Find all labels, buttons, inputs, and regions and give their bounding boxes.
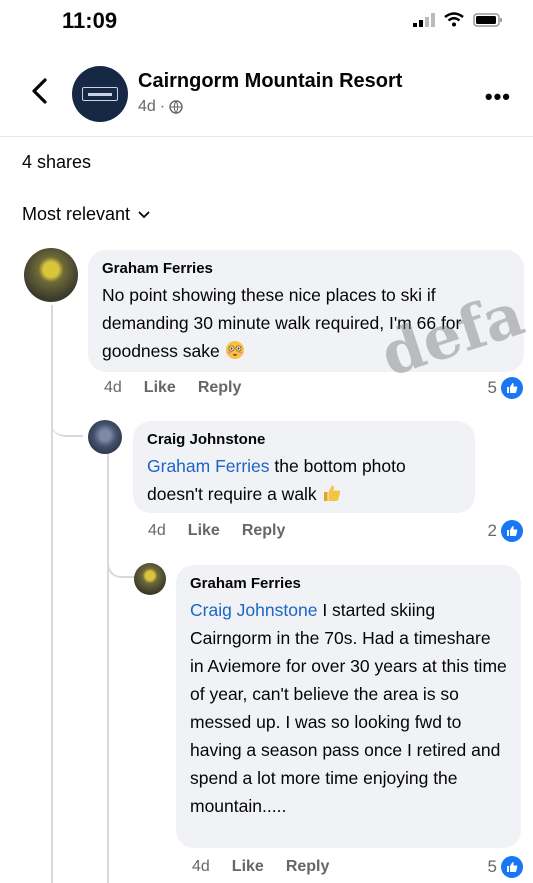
- thumbs-up-emoji-icon: [323, 485, 340, 501]
- comment-text: Graham Ferries the bottom photo doesn't …: [147, 452, 461, 508]
- commenter-avatar[interactable]: [88, 420, 122, 454]
- comment-actions: 4d Like Reply: [192, 858, 329, 876]
- meta-separator: ·: [159, 98, 166, 115]
- commenter-avatar[interactable]: [134, 563, 166, 595]
- comment-time: 4d: [192, 858, 210, 875]
- comment-author[interactable]: Graham Ferries: [102, 260, 510, 277]
- comment-author[interactable]: Graham Ferries: [190, 575, 507, 592]
- reply-button[interactable]: Reply: [286, 858, 330, 876]
- comment-body: I started skiing Cairngorm in the 70s. H…: [190, 600, 507, 816]
- shares-count[interactable]: 4 shares: [22, 152, 91, 173]
- nested-reply-connector: [107, 548, 135, 578]
- header-divider: [0, 136, 533, 137]
- battery-icon: [473, 12, 502, 27]
- comment-author[interactable]: Craig Johnstone: [147, 431, 461, 448]
- reaction-count[interactable]: 2: [488, 520, 523, 542]
- resort-logo: [82, 87, 118, 101]
- reply-button[interactable]: Reply: [242, 522, 286, 540]
- comment-time: 4d: [148, 522, 166, 539]
- comment-actions: 4d Like Reply: [104, 379, 241, 397]
- page-name[interactable]: Cairngorm Mountain Resort: [138, 70, 402, 93]
- reply-connector: [51, 405, 83, 437]
- wifi-icon: [444, 12, 464, 27]
- status-time: 11:09: [62, 8, 118, 33]
- signal-icon: [413, 12, 435, 27]
- reply-thread-line: [107, 452, 109, 883]
- sort-dropdown[interactable]: Most relevant: [22, 204, 150, 225]
- like-button[interactable]: Like: [188, 522, 220, 540]
- page-avatar[interactable]: [72, 66, 128, 122]
- like-button[interactable]: Like: [232, 858, 264, 876]
- mention-link[interactable]: Craig Johnstone: [190, 600, 317, 620]
- thumbs-up-icon: [501, 856, 523, 878]
- like-button[interactable]: Like: [144, 379, 176, 397]
- comment-actions: 4d Like Reply: [148, 522, 285, 540]
- commenter-avatar[interactable]: [24, 248, 78, 302]
- post-age: 4d: [138, 98, 156, 115]
- post-meta: 4d ·: [138, 98, 183, 116]
- chevron-down-icon: [138, 211, 150, 218]
- status-icons: [413, 12, 503, 27]
- reply-button[interactable]: Reply: [198, 379, 242, 397]
- comment-body: No point showing these nice places to sk…: [102, 285, 462, 361]
- back-arrow-icon[interactable]: [28, 76, 52, 106]
- reaction-count[interactable]: 5: [488, 856, 523, 878]
- thumbs-up-icon: [501, 520, 523, 542]
- comment-bubble: Craig Johnstone Graham Ferries the botto…: [133, 421, 475, 513]
- flushed-emoji-icon: [225, 341, 244, 359]
- reaction-number: 5: [487, 857, 497, 876]
- more-options-icon[interactable]: •••: [485, 84, 511, 110]
- comment-text: Craig Johnstone I started skiing Cairngo…: [190, 596, 507, 820]
- comment-time: 4d: [104, 379, 122, 396]
- thread-line: [51, 305, 53, 883]
- comment-text: No point showing these nice places to sk…: [102, 281, 510, 365]
- reaction-number: 2: [487, 521, 497, 540]
- sort-label: Most relevant: [22, 204, 131, 224]
- mention-link[interactable]: Graham Ferries: [147, 456, 270, 476]
- thumbs-up-icon: [501, 377, 523, 399]
- comment-bubble: Graham Ferries No point showing these ni…: [88, 250, 524, 372]
- globe-icon: [169, 100, 183, 114]
- comment-bubble: Graham Ferries Craig Johnstone I started…: [176, 565, 521, 848]
- reaction-number: 5: [487, 378, 497, 397]
- reaction-count[interactable]: 5: [488, 377, 523, 399]
